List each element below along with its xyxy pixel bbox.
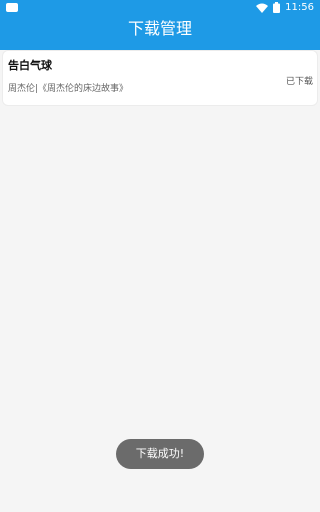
- toast-message: 下载成功!: [116, 439, 204, 469]
- page-title: 下载管理: [127, 19, 192, 38]
- song-title: 告白气球: [8, 59, 52, 72]
- status-time: 11:56: [285, 2, 314, 13]
- status-icons: 11:56: [256, 0, 314, 15]
- title-bar: 下载管理: [0, 15, 320, 50]
- status-bar: 11:56: [0, 0, 320, 15]
- download-item[interactable]: 告白气球 周杰伦|《周杰伦的床边故事》 已下载: [2, 50, 318, 106]
- song-artist-album: 周杰伦|《周杰伦的床边故事》: [8, 84, 129, 94]
- notification-icon: [6, 3, 18, 12]
- download-status: 已下载: [285, 77, 313, 87]
